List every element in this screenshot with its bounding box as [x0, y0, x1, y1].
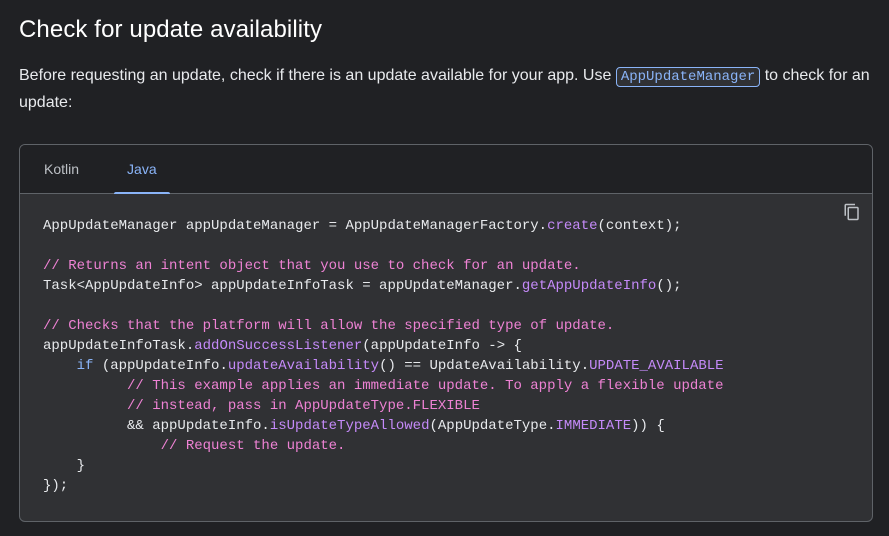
section-heading: Check for update availability — [19, 16, 323, 43]
code-line: appUpdateInfoTask.addOnSuccessListener(a… — [43, 336, 724, 356]
tab-java[interactable]: Java — [103, 145, 181, 194]
code-line: Task<AppUpdateInfo> appUpdateInfoTask = … — [43, 276, 724, 296]
tab-kotlin[interactable]: Kotlin — [20, 145, 103, 193]
code-comment: // Checks that the platform will allow t… — [43, 318, 615, 334]
code-comment: // Request the update. — [43, 438, 346, 454]
code-text-segment: (appUpdateInfo -> { — [362, 338, 522, 354]
code-text-segment: AppUpdateManager appUpdateManager = AppU… — [43, 218, 548, 234]
code-text-segment: (context); — [597, 218, 682, 234]
code-text: AppUpdateManager appUpdateManager = AppU… — [43, 216, 724, 496]
code-text-segment: () == UpdateAvailability. — [379, 358, 590, 374]
code-text-segment: (); — [656, 278, 682, 294]
code-line: // Returns an intent object that you use… — [43, 256, 724, 276]
code-token: UPDATE_AVAILABLE — [589, 358, 724, 374]
app-update-manager-link[interactable]: AppUpdateManager — [615, 67, 761, 87]
code-comment: // Returns an intent object that you use… — [43, 258, 581, 274]
code-text-segment — [43, 358, 77, 374]
code-text-segment: }); — [43, 478, 69, 494]
copy-icon — [844, 203, 859, 221]
code-token: getAppUpdateInfo — [521, 278, 657, 294]
code-line: && appUpdateInfo.isUpdateTypeAllowed(App… — [43, 416, 724, 436]
code-text-segment: appUpdateInfoTask. — [43, 338, 195, 354]
code-line: }); — [43, 476, 724, 496]
code-block: AppUpdateManager appUpdateManager = AppU… — [20, 194, 872, 521]
code-line: // instead, pass in AppUpdateType.FLEXIB… — [43, 396, 724, 416]
code-text-segment: )) { — [631, 418, 665, 434]
code-text-segment: } — [43, 458, 86, 474]
code-text-segment: && appUpdateInfo. — [43, 418, 270, 434]
language-tabs: Kotlin Java — [20, 145, 872, 194]
code-token: if — [76, 358, 94, 374]
intro-paragraph: Before requesting an update, check if th… — [19, 63, 871, 115]
code-text-segment: (AppUpdateType. — [429, 418, 556, 434]
code-token: addOnSuccessListener — [194, 338, 363, 354]
code-comment: // instead, pass in AppUpdateType.FLEXIB… — [43, 398, 480, 414]
code-comment: // This example applies an immediate upd… — [43, 378, 724, 394]
code-token: IMMEDIATE — [555, 418, 632, 434]
code-text-segment: (appUpdateInfo. — [93, 358, 228, 374]
code-line: // Request the update. — [43, 436, 724, 456]
copy-button[interactable] — [840, 200, 864, 224]
code-token: isUpdateTypeAllowed — [269, 418, 430, 434]
code-line: // Checks that the platform will allow t… — [43, 316, 724, 336]
code-line: // This example applies an immediate upd… — [43, 376, 724, 396]
code-line: AppUpdateManager appUpdateManager = AppU… — [43, 216, 724, 236]
code-token: updateAvailability — [227, 358, 380, 374]
code-sample-card: Kotlin Java AppUpdateManager appUpdateMa… — [19, 144, 873, 522]
intro-text-before: Before requesting an update, check if th… — [19, 67, 616, 84]
code-text-segment: Task<AppUpdateInfo> appUpdateInfoTask = … — [43, 278, 522, 294]
code-line: } — [43, 456, 724, 476]
code-token: create — [547, 218, 598, 234]
code-line: if (appUpdateInfo.updateAvailability() =… — [43, 356, 724, 376]
